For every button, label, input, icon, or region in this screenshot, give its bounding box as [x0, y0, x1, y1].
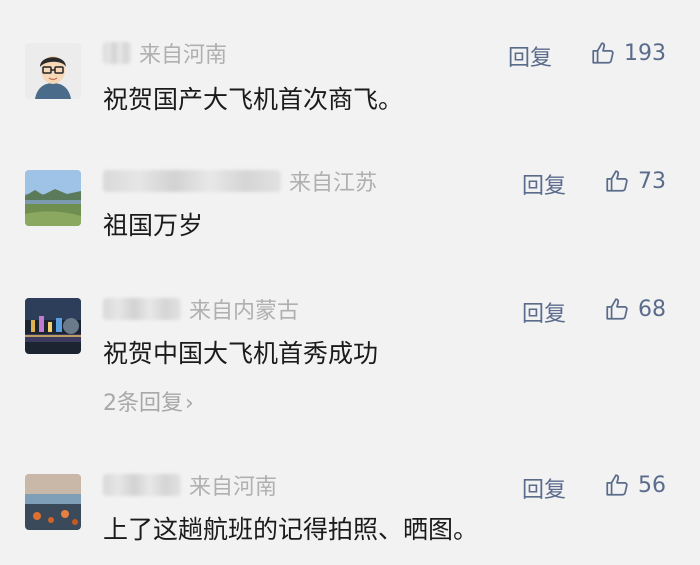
comment-text: 上了这趟航班的记得拍照、晒图。: [103, 515, 479, 544]
like-button[interactable]: 68: [604, 294, 666, 324]
username-blurred[interactable]: [103, 42, 131, 64]
reply-button[interactable]: 回复: [522, 296, 566, 328]
avatar[interactable]: [25, 43, 81, 99]
thumbs-up-icon: [592, 42, 614, 64]
comment-text: 祖国万岁: [103, 211, 204, 240]
reply-button[interactable]: 回复: [508, 40, 552, 72]
like-count: 73: [638, 168, 666, 194]
location-label: 来自江苏: [289, 171, 378, 196]
comment-meta: 来自内蒙古: [103, 294, 299, 324]
thumbs-up-icon: [606, 170, 628, 192]
thumbs-up-icon: [606, 298, 628, 320]
sub-replies-count: 2条回复: [103, 391, 183, 416]
comment-text: 祝贺中国大飞机首秀成功: [103, 339, 379, 368]
username-blurred[interactable]: [103, 474, 181, 496]
location-label: 来自内蒙古: [189, 299, 300, 324]
location-label: 来自河南: [139, 43, 228, 68]
comment-meta: 来自河南: [103, 470, 277, 500]
comment-text: 祝贺国产大飞机首次商飞。: [103, 85, 404, 114]
reply-button[interactable]: 回复: [522, 168, 566, 200]
avatar[interactable]: [25, 298, 81, 354]
username-blurred[interactable]: [103, 170, 281, 192]
location-label: 来自河南: [189, 475, 278, 500]
avatar[interactable]: [25, 474, 81, 530]
chevron-right-icon: ›: [185, 391, 194, 416]
view-replies-link[interactable]: 2条回复›: [103, 385, 194, 417]
comment-meta: 来自江苏: [103, 166, 377, 196]
like-button[interactable]: 193: [590, 38, 666, 68]
avatar[interactable]: [25, 170, 81, 226]
like-count: 56: [638, 472, 666, 498]
like-button[interactable]: 56: [604, 470, 666, 500]
like-count: 68: [638, 296, 666, 322]
like-count: 193: [624, 40, 666, 66]
reply-button[interactable]: 回复: [522, 472, 566, 504]
comment-meta: 来自河南: [103, 38, 227, 68]
username-blurred[interactable]: [103, 298, 181, 320]
like-button[interactable]: 73: [604, 166, 666, 196]
thumbs-up-icon: [606, 474, 628, 496]
